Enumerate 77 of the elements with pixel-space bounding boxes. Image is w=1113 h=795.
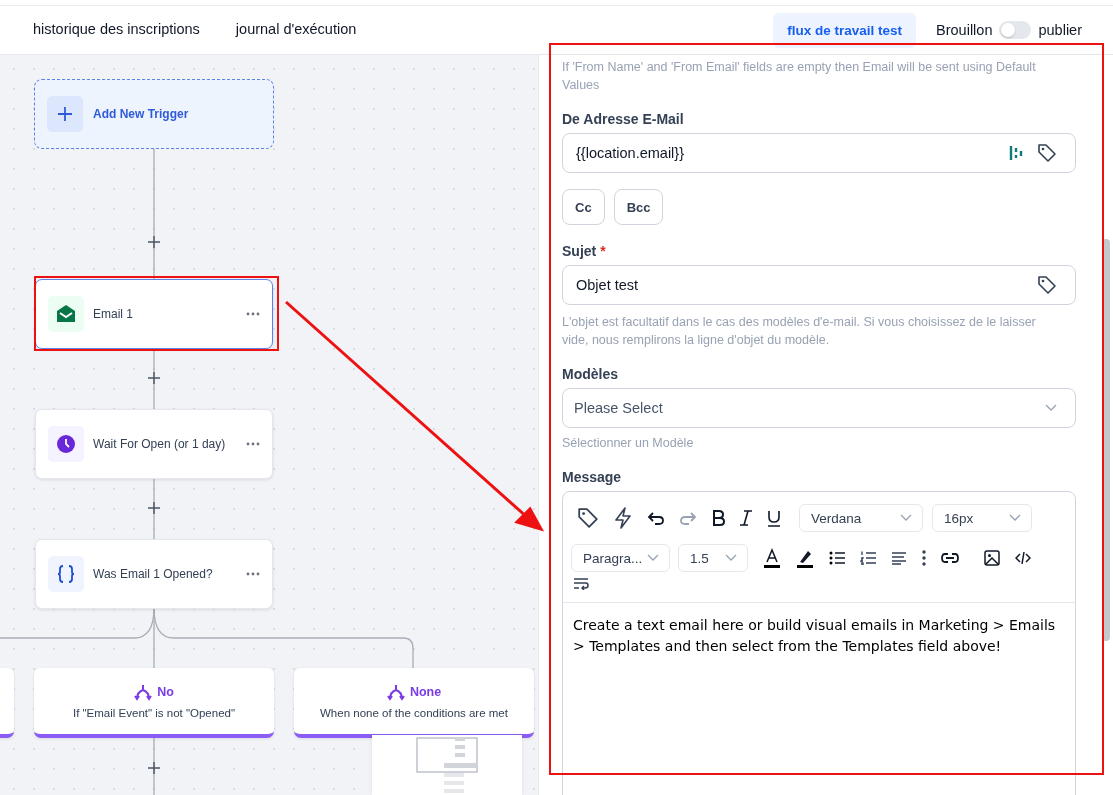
subject-field[interactable]: Objet test	[562, 265, 1076, 305]
template-select[interactable]: Please Select	[562, 388, 1076, 428]
branch-card[interactable]: None When none of the conditions are met	[294, 668, 534, 738]
add-step-icon[interactable]	[148, 236, 160, 248]
bars-icon[interactable]	[1009, 145, 1023, 161]
image-icon[interactable]	[984, 550, 1000, 566]
chevron-icon	[900, 514, 912, 522]
lightning-icon[interactable]	[613, 507, 633, 529]
italic-icon[interactable]	[739, 510, 753, 526]
split-icon	[134, 683, 153, 701]
help-text: Sélectionner un Modèle	[562, 435, 695, 452]
branch-card[interactable]: No If "Email Event" is not "Opened"	[34, 668, 274, 738]
redo-icon[interactable]	[679, 510, 697, 526]
branch-description: If "Email Event" is not "Opened"	[72, 706, 236, 719]
font-dropdown[interactable]: Verdana	[799, 504, 923, 532]
add-step-icon[interactable]	[148, 372, 160, 384]
info-note: If 'From Name' and 'From Email' fields are empty then Email will be sent using Default Values	[562, 59, 1037, 94]
more-icon[interactable]	[246, 572, 260, 576]
line-height-dropdown[interactable]: 1.5	[678, 544, 748, 572]
envelope-icon	[56, 305, 76, 323]
message-editor[interactable]: Verdana 16px Paragra... 1.5 Create a text email here or build visual emails in Marketing > Emails > Templates and then select from the Templates field above!	[562, 491, 1076, 795]
publish-toggle[interactable]	[999, 21, 1032, 39]
more-icon[interactable]	[246, 442, 260, 446]
numbered-list-icon[interactable]	[860, 551, 876, 565]
toggle-label: Brouillon	[936, 22, 993, 38]
workflow-node[interactable]: Wait For Open (or 1 day)	[35, 409, 273, 479]
required-mark: *	[600, 243, 606, 259]
workflow-node[interactable]: Was Email 1 Opened?	[35, 539, 273, 609]
link-icon[interactable]	[941, 553, 959, 563]
chevron-icon	[647, 554, 659, 562]
add-step-icon[interactable]	[148, 502, 160, 514]
align-left-icon[interactable]	[891, 551, 907, 565]
field-label: Modèles	[562, 366, 619, 382]
block-dropdown[interactable]: Paragra...	[571, 544, 670, 572]
workflow-node[interactable]: Email 1	[35, 279, 273, 349]
bullet-list-icon[interactable]	[829, 551, 845, 565]
field-label: Message	[562, 469, 623, 485]
node-label: Email 1	[93, 307, 134, 321]
chevron-icon	[1009, 514, 1021, 522]
tag-icon[interactable]	[1037, 275, 1057, 295]
message-body[interactable]: Create a text email here or build visual emails in Marketing > Emails > Templates and then select from the Templates field above!	[563, 603, 1075, 657]
underline-icon[interactable]	[767, 509, 781, 527]
nav-tab[interactable]: historique des inscriptions	[33, 17, 200, 43]
toggle-label: publier	[1038, 22, 1082, 38]
text-color-icon[interactable]	[763, 548, 781, 568]
field-label: De Adresse E-Mail	[562, 111, 685, 127]
undo-icon[interactable]	[647, 510, 665, 526]
size-dropdown[interactable]: 16px	[932, 504, 1032, 532]
highlighter-icon[interactable]	[796, 548, 814, 568]
clock-icon	[56, 434, 76, 454]
tag-icon[interactable]	[577, 507, 599, 529]
add-step-icon[interactable]	[148, 762, 160, 774]
tag-icon[interactable]	[1037, 143, 1057, 163]
from-email-field[interactable]: {{location.email}}	[562, 133, 1076, 173]
plus-icon	[58, 107, 72, 121]
branch-title: No	[157, 685, 174, 699]
node-label: Wait For Open (or 1 day)	[93, 437, 227, 451]
split-icon	[386, 683, 405, 701]
braces-icon	[57, 565, 75, 583]
branch-description: When none of the conditions are met	[320, 706, 508, 719]
text-wrap-icon[interactable]	[573, 578, 589, 590]
workflow-name[interactable]: flux de travail test	[773, 12, 917, 48]
trigger-label: Add New Trigger	[93, 107, 189, 121]
nav-tab[interactable]: journal d'exécution	[235, 17, 357, 43]
node-label: Was Email 1 Opened?	[93, 567, 214, 581]
more-vertical-icon[interactable]	[922, 550, 926, 566]
more-icon[interactable]	[246, 312, 260, 316]
field-label: Sujet *	[562, 243, 607, 259]
code-icon[interactable]	[1015, 551, 1031, 565]
chevron-icon	[1045, 404, 1057, 412]
branch-title: None	[409, 685, 442, 699]
copy-button[interactable]: Cc	[562, 189, 605, 225]
add-trigger-card[interactable]: Add New Trigger	[34, 79, 274, 149]
copy-button[interactable]: Bcc	[613, 189, 664, 225]
bold-icon[interactable]	[711, 510, 725, 526]
chevron-icon	[725, 554, 737, 562]
help-text: L'objet est facultatif dans le cas des modèles d'e-mail. Si vous choisissez de le laisser vide, nous remplirons la ligne d'objet du modèle.	[562, 314, 1037, 349]
